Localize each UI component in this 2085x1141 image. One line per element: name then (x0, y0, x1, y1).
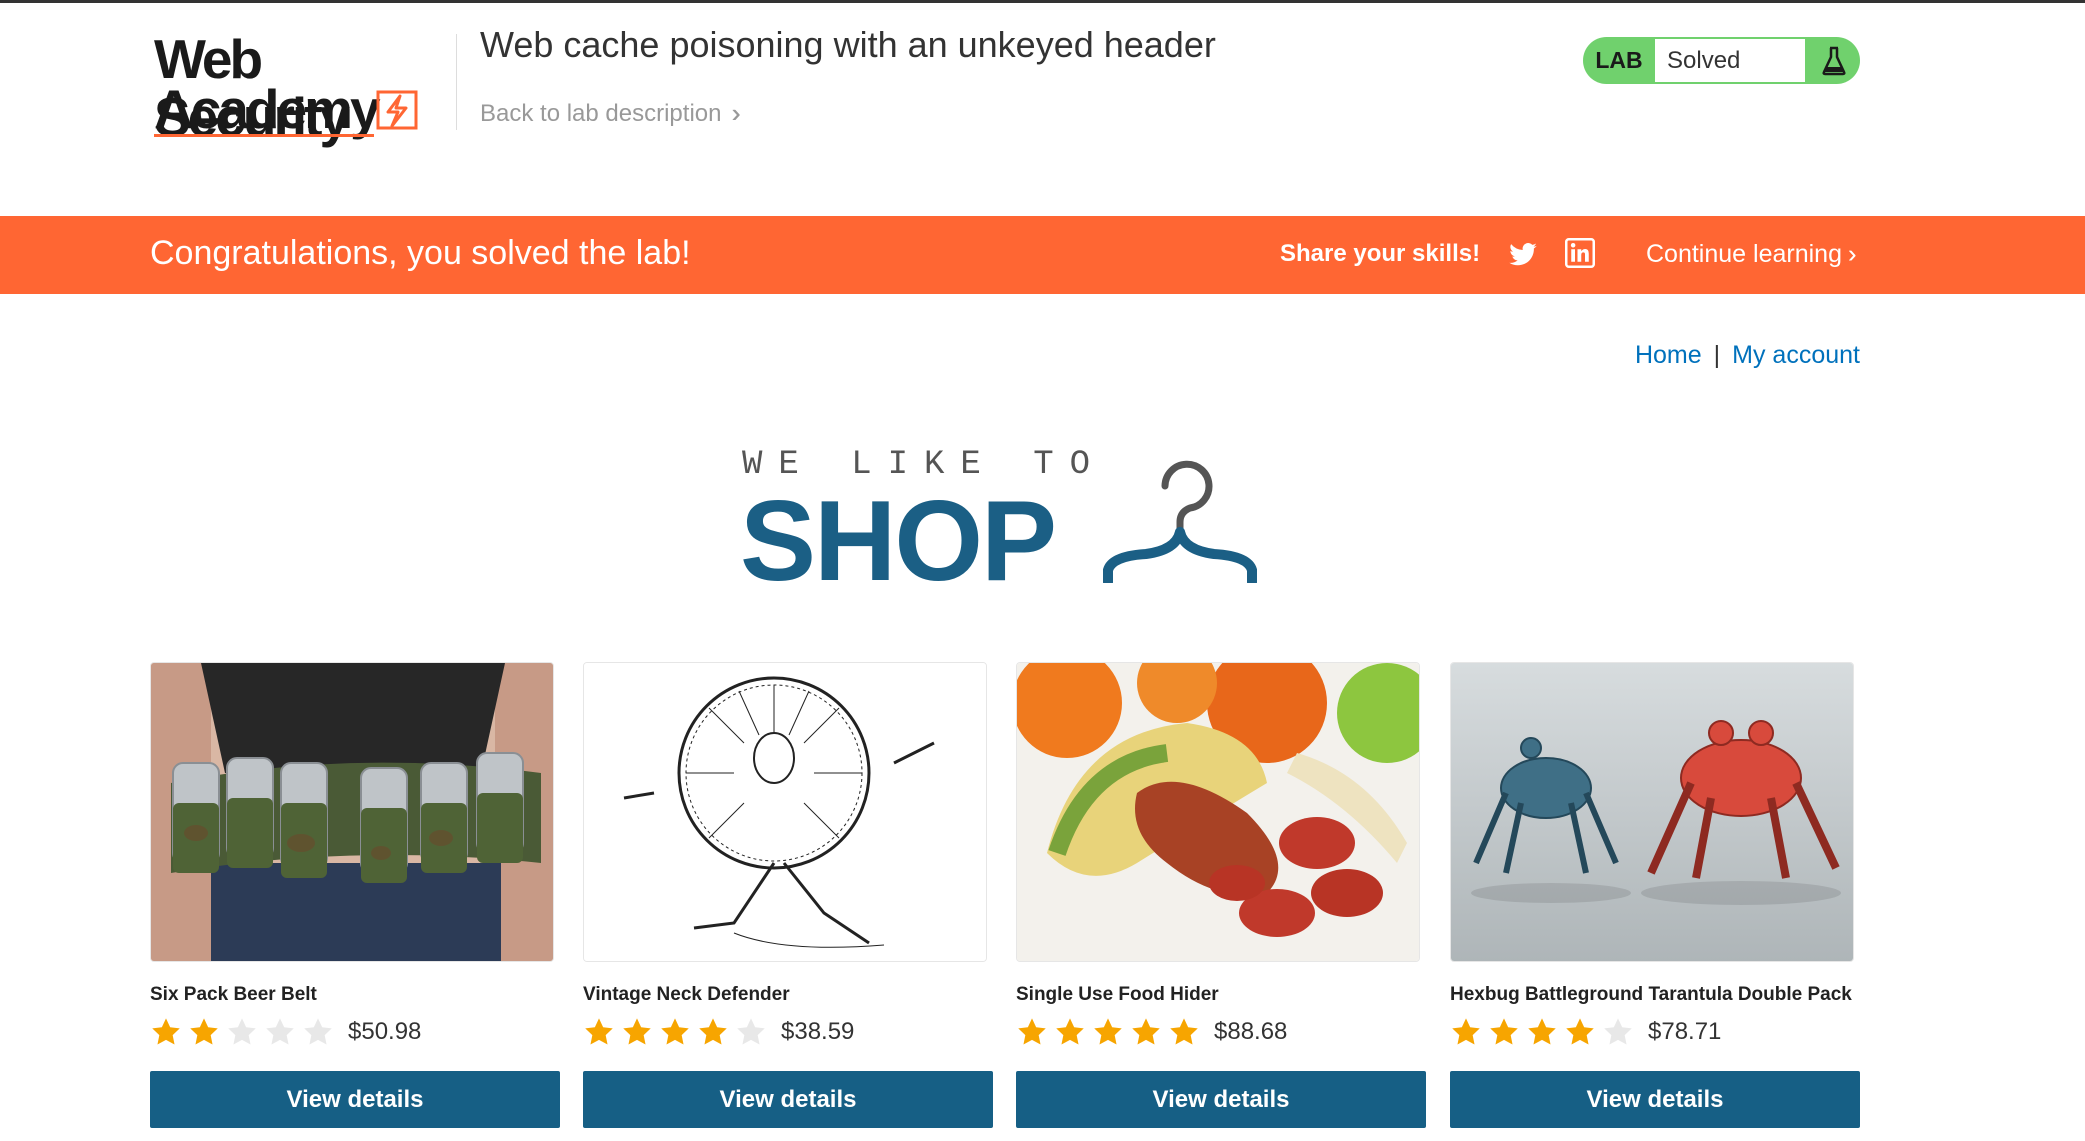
star-filled-icon (1528, 1018, 1556, 1045)
nav-separator: | (1713, 341, 1721, 369)
product-image-beer-belt[interactable] (150, 662, 554, 962)
share-skills-label: Share your skills! (1280, 240, 1481, 267)
star-filled-icon (661, 1018, 689, 1045)
lab-tag: LAB (1595, 47, 1643, 73)
product-card: Single Use Food Hider $88.68 View detail… (1016, 662, 1426, 1128)
star-empty-icon (1604, 1018, 1632, 1045)
product-price: $88.68 (1214, 1018, 1288, 1045)
back-to-lab-description-link[interactable]: Back to lab description ›› (480, 98, 743, 129)
continue-learning-label: Continue learning (1646, 240, 1842, 268)
product-rating: $50.98 (150, 1016, 421, 1048)
top-nav: Home | My account (1635, 341, 1860, 370)
view-details-button[interactable]: View details (150, 1071, 560, 1128)
product-rating: $88.68 (1016, 1016, 1287, 1048)
star-filled-icon (699, 1018, 727, 1045)
continue-learning-link[interactable]: Continue learning ›› (1646, 240, 1854, 269)
product-name[interactable]: Hexbug Battleground Tarantula Double Pac… (1450, 984, 1852, 1006)
product-name[interactable]: Vintage Neck Defender (583, 984, 790, 1006)
web-security-academy-logo[interactable]: Web Security Academy (150, 30, 460, 146)
view-details-button[interactable]: View details (583, 1071, 993, 1128)
product-name[interactable]: Six Pack Beer Belt (150, 984, 317, 1006)
star-empty-icon (266, 1018, 294, 1045)
product-price: $78.71 (1648, 1018, 1722, 1045)
shop-word: SHOP (740, 478, 1057, 605)
product-image-neck-defender[interactable] (583, 662, 987, 962)
flask-icon (1807, 37, 1860, 84)
view-details-button[interactable]: View details (1016, 1071, 1426, 1128)
linkedin-icon[interactable] (1565, 238, 1595, 268)
we-like-to-shop-logo: WE LIKE TO SHOP (740, 440, 1280, 602)
star-filled-icon (623, 1018, 651, 1045)
clothes-hanger-icon (1103, 460, 1257, 583)
logo-line-2: Academy (154, 78, 381, 140)
product-card: Hexbug Battleground Tarantula Double Pac… (1450, 662, 1860, 1128)
star-filled-icon (1170, 1018, 1198, 1045)
product-card: Vintage Neck Defender $38.59 View detail… (583, 662, 993, 1128)
product-card: Six Pack Beer Belt $50.98 View details (150, 662, 560, 1128)
star-empty-icon (228, 1018, 256, 1045)
back-link-label: Back to lab description (480, 99, 722, 127)
double-chevron-right-icon: ›› (731, 98, 743, 128)
lab-status-text: Solved (1655, 39, 1805, 82)
nav-home-link[interactable]: Home (1635, 341, 1702, 369)
star-empty-icon (737, 1018, 765, 1045)
star-filled-icon (1132, 1018, 1160, 1045)
double-chevron-right-icon: ›› (1847, 240, 1854, 268)
product-rating: $38.59 (583, 1016, 854, 1048)
product-image-food-hider[interactable] (1016, 662, 1420, 962)
congratulations-message: Congratulations, you solved the lab! (150, 234, 691, 272)
star-filled-icon (1566, 1018, 1594, 1045)
product-name[interactable]: Single Use Food Hider (1016, 984, 1219, 1006)
product-image-hexbug-tarantula[interactable] (1450, 662, 1854, 962)
star-filled-icon (152, 1018, 180, 1045)
star-filled-icon (1490, 1018, 1518, 1045)
product-rating: $78.71 (1450, 1016, 1721, 1048)
view-details-button[interactable]: View details (1450, 1071, 1860, 1128)
star-filled-icon (1056, 1018, 1084, 1045)
lab-status-badge: LAB Solved (1583, 37, 1860, 84)
nav-my-account-link[interactable]: My account (1732, 341, 1860, 369)
lab-title: Web cache poisoning with an unkeyed head… (480, 24, 1216, 65)
star-filled-icon (1018, 1018, 1046, 1045)
star-filled-icon (1094, 1018, 1122, 1045)
twitter-icon[interactable] (1508, 240, 1538, 270)
star-filled-icon (585, 1018, 613, 1045)
product-price: $38.59 (781, 1018, 855, 1045)
header-divider (456, 34, 457, 130)
star-empty-icon (304, 1018, 332, 1045)
lightning-bolt-icon (376, 90, 418, 130)
top-border (0, 0, 2085, 3)
logo-underline (154, 134, 374, 137)
star-filled-icon (1452, 1018, 1480, 1045)
star-filled-icon (190, 1018, 218, 1045)
lab-solved-banner: Congratulations, you solved the lab! Sha… (0, 216, 2085, 294)
product-price: $50.98 (348, 1018, 422, 1045)
